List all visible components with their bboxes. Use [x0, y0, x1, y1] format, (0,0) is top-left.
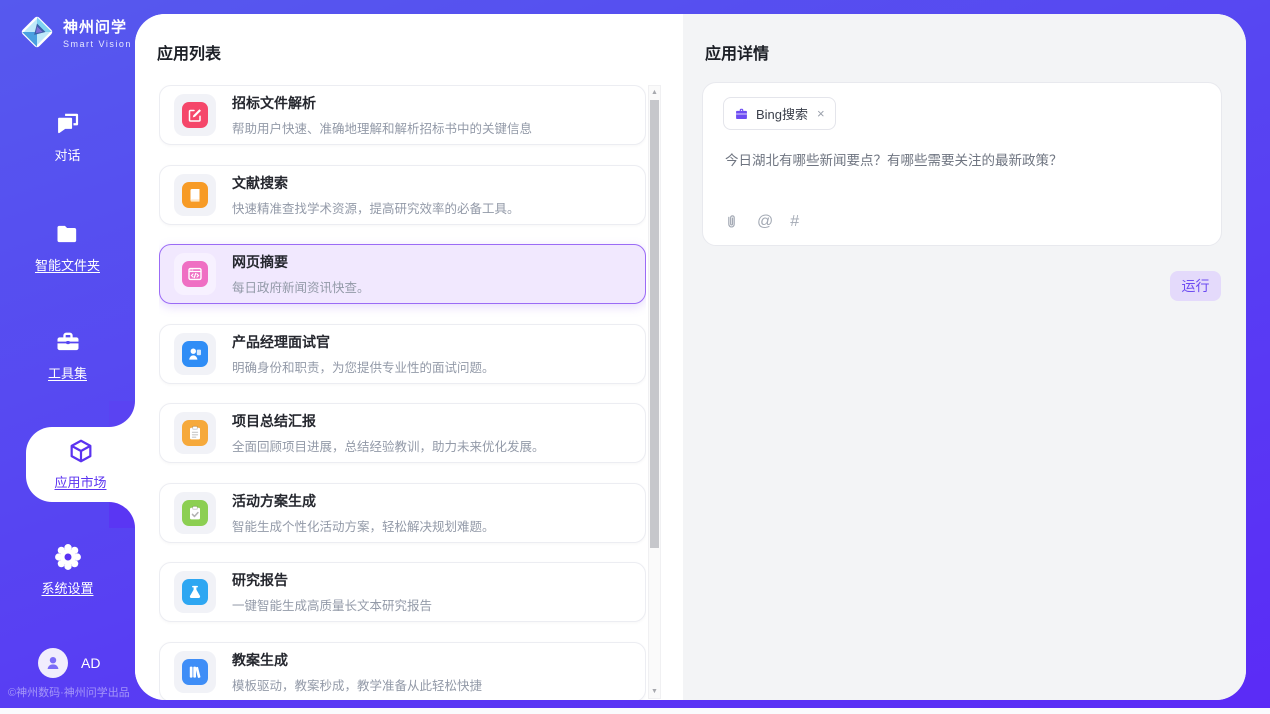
books-icon [187, 664, 203, 680]
app-name: 项目总结汇报 [232, 411, 545, 431]
prompt-card[interactable]: Bing搜索 × 今日湖北有哪些新闻要点？有哪些需要关注的最新政策？ @ # [702, 82, 1222, 246]
sidebar-item-label: 工具集 [48, 366, 87, 381]
avatar[interactable] [38, 648, 68, 678]
brand-name: 神州问学 [63, 16, 132, 37]
edit-doc-icon [187, 107, 203, 123]
tool-tag-bing-search[interactable]: Bing搜索 × [723, 97, 836, 130]
briefcase-icon [734, 107, 749, 121]
sidebar-item-label: 智能文件夹 [35, 258, 100, 273]
app-detail-panel: 应用详情 Bing搜索 × 今日湖北有哪些新闻要点？有哪些需要关注的最新政策？ … [683, 14, 1246, 700]
app-card-project-summary[interactable]: 项目总结汇报 全面回顾项目进展，总结经验教训，助力未来优化发展。 [159, 403, 646, 463]
app-card-event-plan[interactable]: 活动方案生成 智能生成个性化活动方案，轻松解决规划难题。 [159, 483, 646, 543]
sidebar: 神州问学 Smart Vision 对话 智能文件夹 [0, 0, 135, 708]
app-background: 神州问学 Smart Vision 对话 智能文件夹 [0, 0, 1270, 708]
app-card-pm-interviewer[interactable]: 产品经理面试官 明确身份和职责，为您提供专业性的面试问题。 [159, 324, 646, 384]
brand-diamond-icon [18, 13, 56, 51]
person-icon [44, 654, 62, 672]
mention-icon[interactable]: @ [757, 213, 773, 231]
app-card-web-summary[interactable]: 网页摘要 每日政府新闻资讯快查。 [159, 244, 646, 304]
app-desc: 帮助用户快速、准确地理解和解析招标书中的关键信息 [232, 118, 532, 137]
chat-icon [54, 110, 82, 138]
app-desc: 智能生成个性化活动方案，轻松解决规划难题。 [232, 516, 495, 535]
active-tab-bottom-curve [109, 502, 135, 528]
app-desc: 模板驱动，教案秒成，教学准备从此轻松快捷 [232, 675, 482, 694]
research-icon [187, 584, 203, 600]
toolbox-icon [54, 328, 82, 356]
sidebar-item-chat[interactable]: 对话 [0, 110, 135, 165]
app-name: 活动方案生成 [232, 491, 495, 511]
copyright-text: ©神州数码·神州问学出品 [8, 684, 143, 700]
sidebar-item-settings[interactable]: 系统设置 [0, 543, 135, 598]
gear-icon [54, 543, 82, 571]
active-tab-top-curve [109, 401, 135, 427]
app-list-panel: 应用列表 招标文件解析 帮助用户快速、准确地理解和解析招标书中的关键信 [135, 14, 683, 700]
main-content: 应用列表 招标文件解析 帮助用户快速、准确地理解和解析招标书中的关键信 [135, 14, 1246, 700]
user-name: AD [81, 655, 100, 671]
sidebar-item-app-market[interactable]: 应用市场 [26, 427, 135, 502]
app-card-lesson-plan[interactable]: 教案生成 模板驱动，教案秒成，教学准备从此轻松快捷 [159, 642, 646, 701]
app-name: 教案生成 [232, 650, 482, 670]
tool-tag-remove-icon[interactable]: × [817, 106, 825, 121]
sidebar-item-label: 对话 [54, 148, 80, 163]
list-scrollbar[interactable]: ▲ ▼ [648, 85, 661, 699]
sidebar-item-label: 系统设置 [41, 581, 93, 596]
sidebar-item-label: 应用市场 [54, 475, 106, 490]
app-desc: 全面回顾项目进展，总结经验教训，助力未来优化发展。 [232, 436, 545, 455]
app-name: 研究报告 [232, 570, 432, 590]
sidebar-item-smart-folder[interactable]: 智能文件夹 [0, 220, 135, 275]
app-card-literature-search[interactable]: 文献搜索 快速精准查找学术资源，提高研究效率的必备工具。 [159, 165, 646, 225]
brand-logo: 神州问学 Smart Vision [18, 13, 132, 51]
app-desc: 一键智能生成高质量长文本研究报告 [232, 595, 432, 614]
app-list-title: 应用列表 [157, 40, 221, 64]
book-icon [187, 187, 203, 203]
web-code-icon [187, 266, 203, 282]
folder-icon [54, 220, 82, 248]
user-account[interactable]: AD [38, 648, 100, 678]
scrollbar-thumb[interactable] [650, 100, 659, 548]
prompt-toolbar: @ # [723, 213, 799, 231]
app-desc: 明确身份和职责，为您提供专业性的面试问题。 [232, 357, 495, 376]
run-button[interactable]: 运行 [1170, 271, 1221, 301]
scroll-down-icon[interactable]: ▼ [649, 685, 660, 698]
app-card-bid-parse[interactable]: 招标文件解析 帮助用户快速、准确地理解和解析招标书中的关键信息 [159, 85, 646, 145]
app-name: 产品经理面试官 [232, 332, 495, 352]
scroll-up-icon[interactable]: ▲ [649, 86, 660, 99]
interviewer-icon [187, 346, 203, 362]
app-list: 招标文件解析 帮助用户快速、准确地理解和解析招标书中的关键信息 [159, 85, 646, 700]
app-desc: 快速精准查找学术资源，提高研究效率的必备工具。 [232, 198, 520, 217]
app-detail-title: 应用详情 [705, 40, 769, 64]
cube-icon [67, 437, 95, 465]
clipboard-check-icon [187, 505, 203, 521]
app-card-research-report[interactable]: 研究报告 一键智能生成高质量长文本研究报告 [159, 562, 646, 622]
hash-icon[interactable]: # [790, 213, 799, 231]
app-name: 网页摘要 [232, 252, 370, 272]
app-name: 文献搜索 [232, 173, 520, 193]
attachment-icon[interactable] [723, 213, 740, 231]
app-name: 招标文件解析 [232, 93, 532, 113]
prompt-input[interactable]: 今日湖北有哪些新闻要点？有哪些需要关注的最新政策？ [725, 151, 1199, 171]
brand-tagline: Smart Vision [63, 39, 132, 49]
clipboard-icon [187, 425, 203, 441]
tool-tag-label: Bing搜索 [756, 104, 808, 123]
sidebar-item-toolset[interactable]: 工具集 [0, 328, 135, 383]
app-desc: 每日政府新闻资讯快查。 [232, 277, 370, 296]
